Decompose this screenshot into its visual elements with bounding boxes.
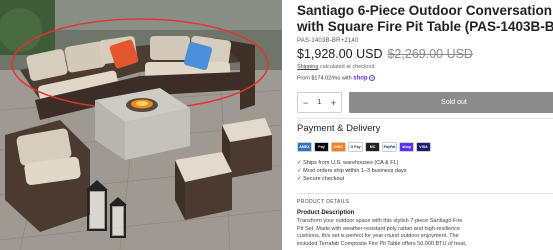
shop-pay-icon: shop bbox=[399, 142, 414, 152]
product-title-line2: with Square Fire Pit Table (PAS-1403B-BR… bbox=[297, 19, 553, 34]
price-row: $1,928.00 USD $2,269.00 USD bbox=[297, 47, 473, 61]
bullet-item: ✓ Secure checkout bbox=[297, 176, 345, 182]
description-line: Pit Set. Made with weather-resistant pol… bbox=[297, 225, 460, 232]
payment-methods: AMEX Pay DISC G Pay MC PayPal shop VISA bbox=[297, 142, 431, 152]
increase-quantity-button[interactable]: + bbox=[331, 98, 336, 108]
amex-icon: AMEX bbox=[297, 142, 312, 152]
divider bbox=[297, 118, 553, 119]
compare-price: $2,269.00 USD bbox=[387, 47, 473, 61]
decrease-quantity-button[interactable]: − bbox=[303, 98, 308, 108]
shop-pay-logo: shop bbox=[353, 75, 368, 82]
installment-note: From $174.02/mo with shop ? bbox=[297, 75, 376, 82]
apple-pay-icon: Pay bbox=[314, 142, 329, 152]
google-pay-icon: G Pay bbox=[348, 142, 363, 152]
product-info: Santiago 6-Piece Outdoor Conversation Se… bbox=[297, 0, 553, 250]
sold-out-button[interactable]: Sold out bbox=[349, 92, 553, 113]
description-line: Transform your outdoor space with this s… bbox=[297, 218, 463, 224]
description-text: Transform your outdoor space with this s… bbox=[297, 218, 553, 248]
payment-delivery-heading: Payment & Delivery bbox=[297, 123, 381, 134]
product-details-toggle[interactable]: PRODUCT DETAILS bbox=[297, 199, 350, 205]
patio-set-illustration bbox=[0, 0, 282, 250]
divider bbox=[297, 193, 553, 194]
mastercard-icon: MC bbox=[365, 142, 380, 152]
shipping-suffix: calculated at checkout. bbox=[319, 64, 376, 70]
product-sku: PAS-1403B-BR+2140 bbox=[297, 38, 359, 44]
discover-icon: DISC bbox=[331, 142, 346, 152]
visa-icon: VISA bbox=[416, 142, 431, 152]
shipping-note: Shipping calculated at checkout. bbox=[297, 64, 376, 70]
product-title-line1: Santiago 6-Piece Outdoor Conversation Se… bbox=[297, 3, 553, 18]
product-image[interactable] bbox=[0, 0, 282, 250]
bullet-item: ✓ Ships from U.S. warehouses (CA & FL) bbox=[297, 160, 399, 166]
info-icon[interactable]: ? bbox=[369, 75, 376, 81]
product-title: Santiago 6-Piece Outdoor Conversation Se… bbox=[297, 3, 553, 35]
delivery-bullets: ✓ Ships from U.S. warehouses (CA & FL) ✓… bbox=[297, 159, 406, 183]
paypal-icon: PayPal bbox=[382, 142, 397, 152]
quantity-stepper: − 1 + bbox=[297, 92, 342, 113]
installment-text: From $174.02/mo with bbox=[297, 75, 352, 82]
description-line: cushions, this set is perfect for year-r… bbox=[297, 233, 459, 239]
description-title: Product Description bbox=[297, 210, 355, 216]
description-line: included Terrafab Composite Fire Pit Tab… bbox=[297, 240, 467, 247]
shipping-link[interactable]: Shipping bbox=[297, 64, 318, 70]
quantity-value[interactable]: 1 bbox=[318, 99, 322, 106]
sale-price: $1,928.00 USD bbox=[297, 47, 383, 61]
bullet-item: ✓ Most orders ship within 1–3 business d… bbox=[297, 168, 407, 174]
